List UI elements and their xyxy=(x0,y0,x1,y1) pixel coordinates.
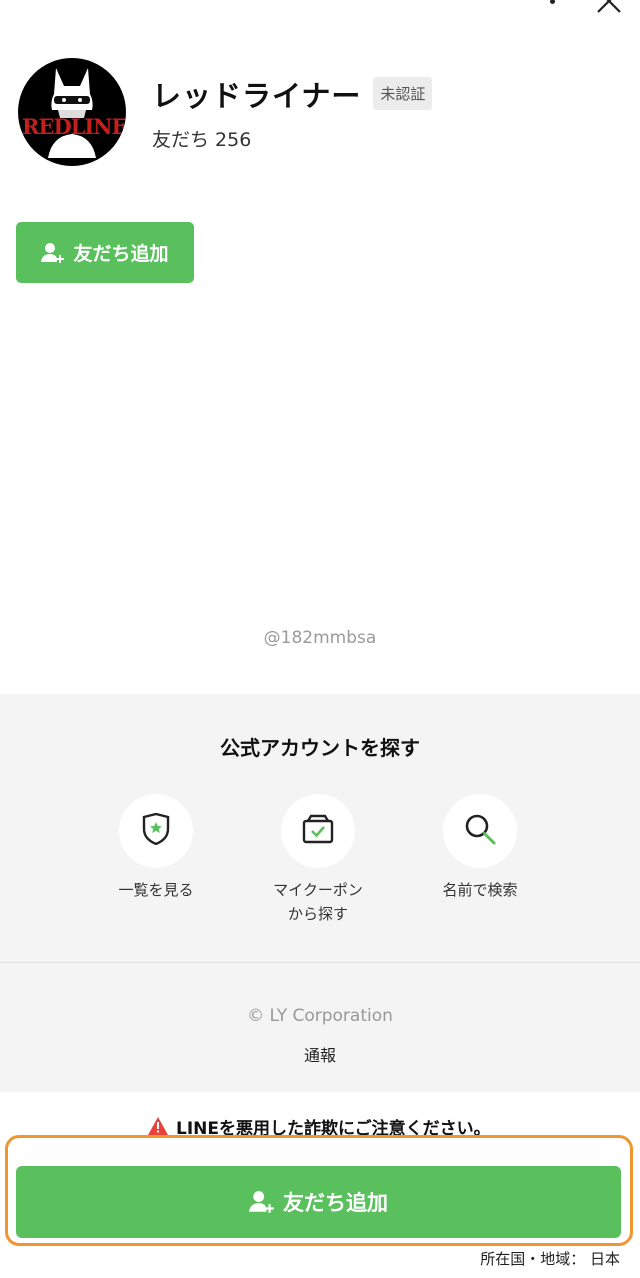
profile-header: REDLINER レッドライナー 未認証 友だち 256 xyxy=(18,58,433,166)
section-title: 公式アカウントを探す xyxy=(220,736,420,760)
status-badge: 未認証 xyxy=(373,77,433,110)
add-friend-bottom-button[interactable]: 友だち追加 xyxy=(16,1166,621,1238)
search-icon xyxy=(463,812,497,850)
fraud-warning-text: LINEを悪用した詐欺にご注意ください。 xyxy=(176,1118,491,1137)
add-friend-button[interactable]: 友だち追加 xyxy=(16,222,194,283)
coupon-search-label: マイクーポン から探す xyxy=(273,881,363,923)
region-info: 所在国・地域： 日本 xyxy=(480,1250,620,1268)
browse-list-label: 一覧を見る xyxy=(118,881,194,899)
report-link[interactable]: 通報 xyxy=(0,1042,640,1066)
more-options-icon[interactable] xyxy=(548,0,556,14)
find-official-accounts-section: 公式アカウントを探す 一覧を見る マイクーポン から探す 名前で検索 © LY … xyxy=(0,694,640,1092)
shield-star-icon xyxy=(141,812,171,849)
name-search-label: 名前で検索 xyxy=(442,881,518,899)
copyright-text: © LY Corporation xyxy=(247,1006,393,1026)
add-friend-bottom-label: 友だち追加 xyxy=(283,1191,388,1215)
add-person-icon xyxy=(41,242,65,264)
warning-triangle-icon xyxy=(148,1117,168,1135)
name-search-item[interactable]: 名前で検索 xyxy=(400,794,560,902)
close-icon[interactable] xyxy=(596,0,622,14)
account-id: @182mmbsa xyxy=(263,628,377,648)
friends-count: 友だち 256 xyxy=(152,128,252,151)
avatar: REDLINER xyxy=(18,58,126,166)
avatar-logo-text: REDLINER xyxy=(22,114,126,139)
section-divider xyxy=(0,962,640,963)
browse-list-item[interactable]: 一覧を見る xyxy=(76,794,236,902)
add-friend-label: 友だち追加 xyxy=(73,243,169,265)
fraud-warning: LINEを悪用した詐欺にご注意ください。 xyxy=(148,1116,491,1136)
add-person-icon xyxy=(249,1190,275,1214)
coupon-box-icon xyxy=(302,814,334,848)
coupon-search-item[interactable]: マイクーポン から探す xyxy=(238,794,398,926)
account-name: レッドライナー xyxy=(152,78,362,113)
top-bar xyxy=(548,0,622,14)
